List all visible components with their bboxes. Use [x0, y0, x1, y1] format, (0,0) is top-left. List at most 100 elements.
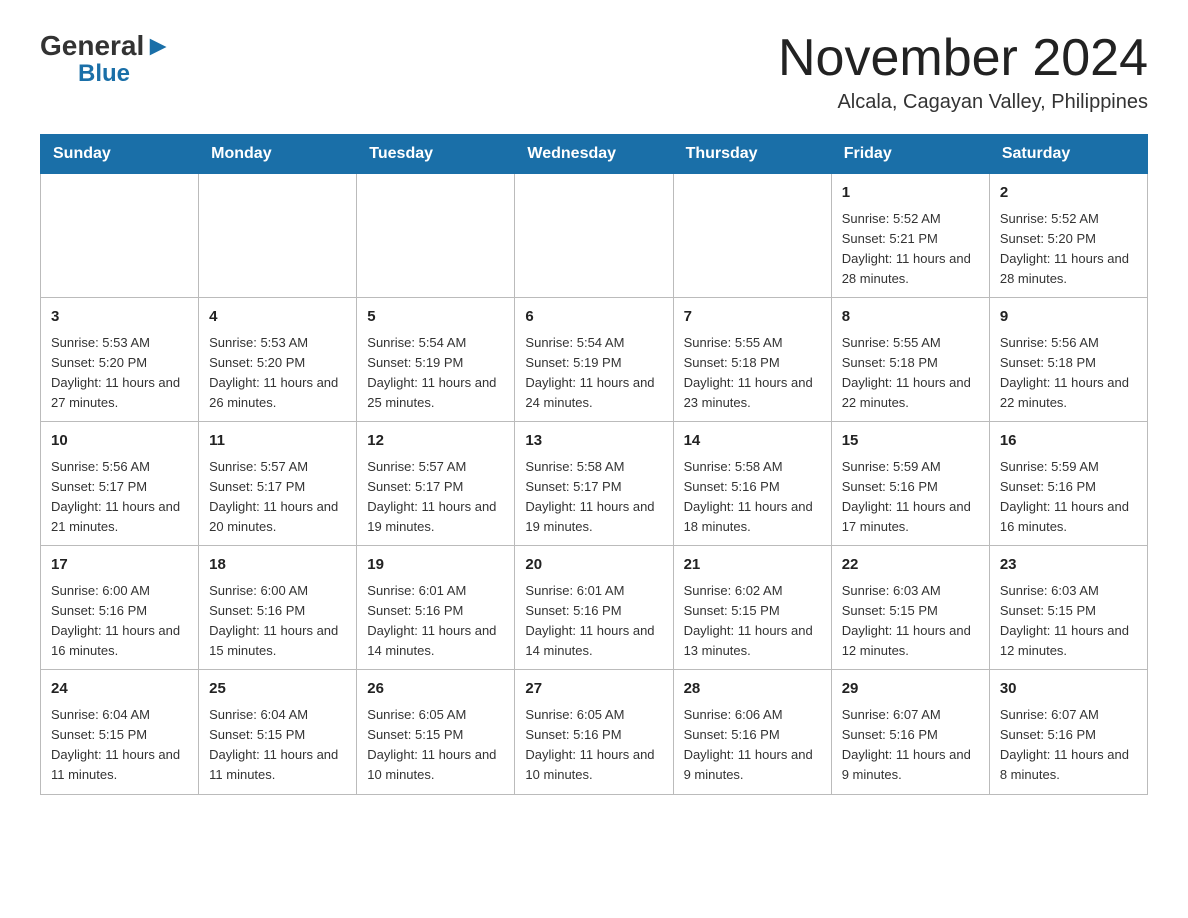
calendar-cell: 26 Sunrise: 6:05 AMSunset: 5:15 PMDayligh… — [357, 670, 515, 794]
calendar-cell: 23 Sunrise: 6:03 AMSunset: 5:15 PMDayligh… — [989, 546, 1147, 670]
day-info: Sunrise: 6:07 AMSunset: 5:16 PMDaylight:… — [842, 705, 979, 786]
day-number: 2 — [1000, 182, 1137, 205]
day-number: 17 — [51, 554, 188, 577]
day-info: Sunrise: 5:57 AMSunset: 5:17 PMDaylight:… — [367, 457, 504, 538]
calendar-cell — [673, 174, 831, 298]
calendar-body: 1 Sunrise: 5:52 AMSunset: 5:21 PMDaylight… — [41, 174, 1148, 794]
calendar-cell: 17 Sunrise: 6:00 AMSunset: 5:16 PMDayligh… — [41, 546, 199, 670]
day-info: Sunrise: 5:53 AMSunset: 5:20 PMDaylight:… — [209, 333, 346, 414]
day-info: Sunrise: 6:06 AMSunset: 5:16 PMDaylight:… — [684, 705, 821, 786]
calendar-cell: 21 Sunrise: 6:02 AMSunset: 5:15 PMDayligh… — [673, 546, 831, 670]
day-info: Sunrise: 6:04 AMSunset: 5:15 PMDaylight:… — [209, 705, 346, 786]
calendar-cell: 13 Sunrise: 5:58 AMSunset: 5:17 PMDayligh… — [515, 422, 673, 546]
header-wednesday: Wednesday — [515, 135, 673, 174]
calendar-table: Sunday Monday Tuesday Wednesday Thursday… — [40, 134, 1148, 794]
calendar-cell — [357, 174, 515, 298]
day-number: 15 — [842, 430, 979, 453]
day-info: Sunrise: 6:05 AMSunset: 5:16 PMDaylight:… — [525, 705, 662, 786]
day-number: 29 — [842, 678, 979, 701]
day-info: Sunrise: 5:52 AMSunset: 5:20 PMDaylight:… — [1000, 209, 1137, 290]
day-number: 11 — [209, 430, 346, 453]
header-monday: Monday — [199, 135, 357, 174]
calendar-week-4: 17 Sunrise: 6:00 AMSunset: 5:16 PMDayligh… — [41, 546, 1148, 670]
day-number: 26 — [367, 678, 504, 701]
calendar-cell: 25Sunrise: 6:04 AMSunset: 5:15 PMDayligh… — [199, 670, 357, 794]
day-number: 30 — [1000, 678, 1137, 701]
calendar-cell: 10Sunrise: 5:56 AMSunset: 5:17 PMDayligh… — [41, 422, 199, 546]
day-number: 10 — [51, 430, 188, 453]
day-number: 21 — [684, 554, 821, 577]
day-number: 16 — [1000, 430, 1137, 453]
day-info: Sunrise: 6:03 AMSunset: 5:15 PMDaylight:… — [1000, 581, 1137, 662]
day-info: Sunrise: 5:58 AMSunset: 5:17 PMDaylight:… — [525, 457, 662, 538]
day-info: Sunrise: 5:57 AMSunset: 5:17 PMDaylight:… — [209, 457, 346, 538]
calendar-cell: 30 Sunrise: 6:07 AMSunset: 5:16 PMDayligh… — [989, 670, 1147, 794]
calendar-cell: 9 Sunrise: 5:56 AMSunset: 5:18 PMDaylight… — [989, 298, 1147, 422]
calendar-cell: 20 Sunrise: 6:01 AMSunset: 5:16 PMDayligh… — [515, 546, 673, 670]
day-info: Sunrise: 6:01 AMSunset: 5:16 PMDaylight:… — [525, 581, 662, 662]
day-info: Sunrise: 6:02 AMSunset: 5:15 PMDaylight:… — [684, 581, 821, 662]
day-info: Sunrise: 6:00 AMSunset: 5:16 PMDaylight:… — [209, 581, 346, 662]
day-number: 1 — [842, 182, 979, 205]
header-tuesday: Tuesday — [357, 135, 515, 174]
day-info: Sunrise: 6:01 AMSunset: 5:16 PMDaylight:… — [367, 581, 504, 662]
day-number: 8 — [842, 306, 979, 329]
day-info: Sunrise: 5:59 AMSunset: 5:16 PMDaylight:… — [1000, 457, 1137, 538]
day-number: 6 — [525, 306, 662, 329]
calendar-week-5: 24 Sunrise: 6:04 AMSunset: 5:15 PMDayligh… — [41, 670, 1148, 794]
calendar-cell: 24 Sunrise: 6:04 AMSunset: 5:15 PMDayligh… — [41, 670, 199, 794]
calendar-cell: 2 Sunrise: 5:52 AMSunset: 5:20 PMDaylight… — [989, 174, 1147, 298]
day-number: 9 — [1000, 306, 1137, 329]
calendar-cell: 5Sunrise: 5:54 AMSunset: 5:19 PMDaylight… — [357, 298, 515, 422]
day-info: Sunrise: 6:04 AMSunset: 5:15 PMDaylight:… — [51, 705, 188, 786]
calendar-cell: 29 Sunrise: 6:07 AMSunset: 5:16 PMDayligh… — [831, 670, 989, 794]
day-number: 20 — [525, 554, 662, 577]
calendar-cell: 7 Sunrise: 5:55 AMSunset: 5:18 PMDaylight… — [673, 298, 831, 422]
day-info: Sunrise: 5:58 AMSunset: 5:16 PMDaylight:… — [684, 457, 821, 538]
calendar-cell: 14 Sunrise: 5:58 AMSunset: 5:16 PMDayligh… — [673, 422, 831, 546]
day-number: 27 — [525, 678, 662, 701]
calendar-cell — [199, 174, 357, 298]
calendar-header: Sunday Monday Tuesday Wednesday Thursday… — [41, 135, 1148, 174]
calendar-cell: 3 Sunrise: 5:53 AMSunset: 5:20 PMDaylight… — [41, 298, 199, 422]
day-number: 5 — [367, 306, 504, 329]
header-row: Sunday Monday Tuesday Wednesday Thursday… — [41, 135, 1148, 174]
day-number: 28 — [684, 678, 821, 701]
calendar-week-3: 10Sunrise: 5:56 AMSunset: 5:17 PMDayligh… — [41, 422, 1148, 546]
day-info: Sunrise: 5:56 AMSunset: 5:18 PMDaylight:… — [1000, 333, 1137, 414]
calendar-cell: 11 Sunrise: 5:57 AMSunset: 5:17 PMDayligh… — [199, 422, 357, 546]
day-number: 22 — [842, 554, 979, 577]
calendar-cell: 15Sunrise: 5:59 AMSunset: 5:16 PMDayligh… — [831, 422, 989, 546]
logo-general-text: General► — [40, 30, 172, 62]
day-info: Sunrise: 5:53 AMSunset: 5:20 PMDaylight:… — [51, 333, 188, 414]
day-info: Sunrise: 5:52 AMSunset: 5:21 PMDaylight:… — [842, 209, 979, 290]
day-number: 13 — [525, 430, 662, 453]
day-info: Sunrise: 6:07 AMSunset: 5:16 PMDaylight:… — [1000, 705, 1137, 786]
calendar-cell: 12 Sunrise: 5:57 AMSunset: 5:17 PMDayligh… — [357, 422, 515, 546]
day-number: 7 — [684, 306, 821, 329]
calendar-cell: 28 Sunrise: 6:06 AMSunset: 5:16 PMDayligh… — [673, 670, 831, 794]
day-number: 3 — [51, 306, 188, 329]
day-number: 12 — [367, 430, 504, 453]
day-info: Sunrise: 5:54 AMSunset: 5:19 PMDaylight:… — [525, 333, 662, 414]
calendar-cell: 22Sunrise: 6:03 AMSunset: 5:15 PMDayligh… — [831, 546, 989, 670]
day-info: Sunrise: 6:00 AMSunset: 5:16 PMDaylight:… — [51, 581, 188, 662]
day-info: Sunrise: 5:55 AMSunset: 5:18 PMDaylight:… — [684, 333, 821, 414]
header-sunday: Sunday — [41, 135, 199, 174]
day-number: 24 — [51, 678, 188, 701]
day-info: Sunrise: 6:05 AMSunset: 5:15 PMDaylight:… — [367, 705, 504, 786]
logo-blue-text: Blue — [78, 62, 130, 86]
logo-general-blue: ► — [144, 30, 172, 61]
day-number: 14 — [684, 430, 821, 453]
calendar-cell — [515, 174, 673, 298]
page-header: General► Blue November 2024 Alcala, Caga… — [40, 30, 1148, 114]
day-number: 19 — [367, 554, 504, 577]
day-number: 18 — [209, 554, 346, 577]
calendar-cell: 6 Sunrise: 5:54 AMSunset: 5:19 PMDaylight… — [515, 298, 673, 422]
calendar-cell: 1 Sunrise: 5:52 AMSunset: 5:21 PMDaylight… — [831, 174, 989, 298]
calendar-cell: 16 Sunrise: 5:59 AMSunset: 5:16 PMDayligh… — [989, 422, 1147, 546]
calendar-subtitle: Alcala, Cagayan Valley, Philippines — [778, 91, 1148, 114]
logo: General► Blue — [40, 30, 172, 86]
calendar-cell: 27 Sunrise: 6:05 AMSunset: 5:16 PMDayligh… — [515, 670, 673, 794]
day-number: 23 — [1000, 554, 1137, 577]
